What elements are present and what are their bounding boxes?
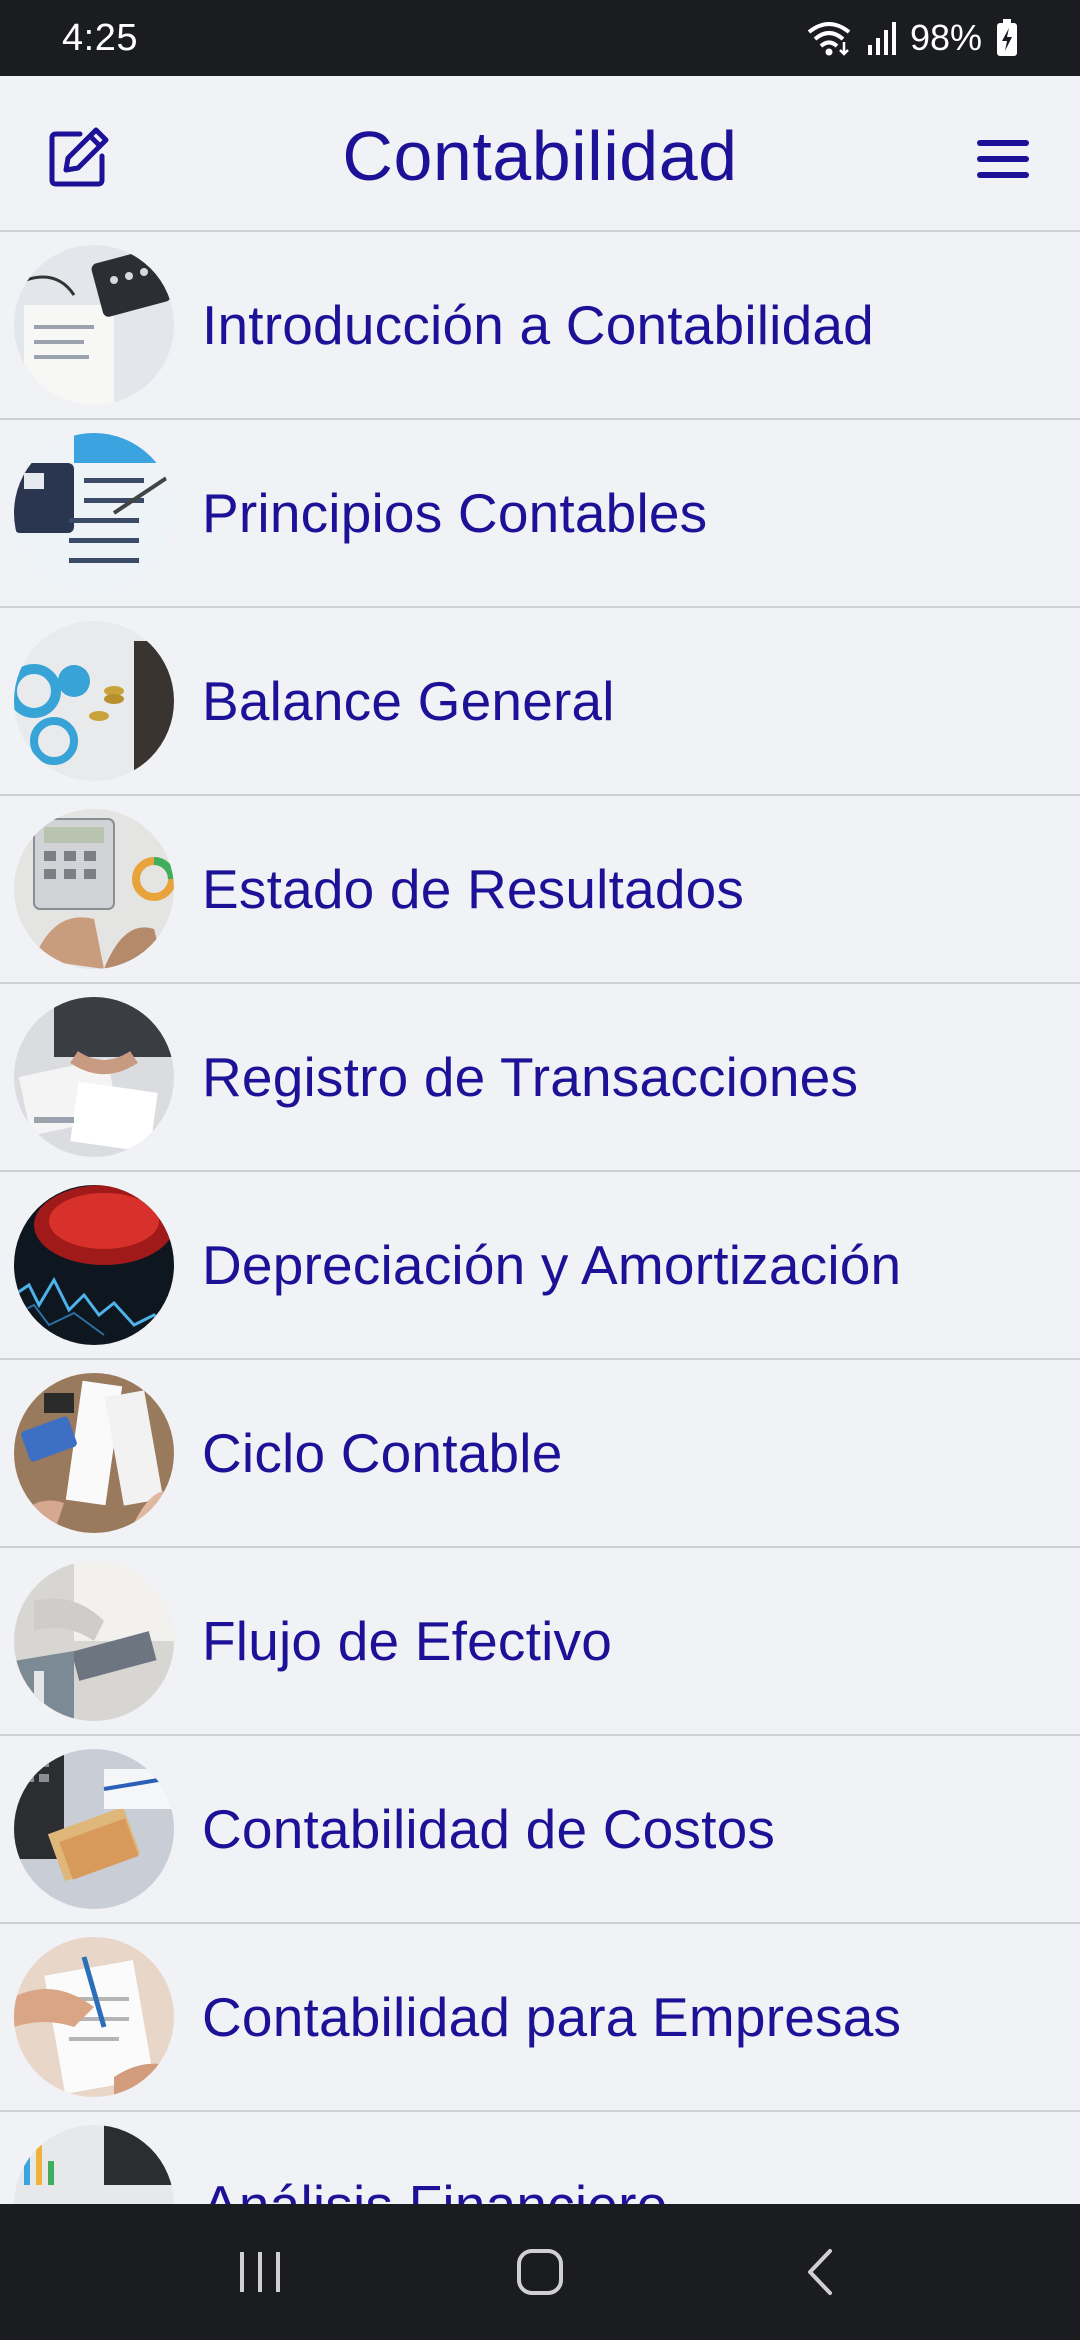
app-header: Contabilidad xyxy=(0,76,1080,232)
topic-thumbnail xyxy=(14,2125,174,2204)
list-item[interactable]: Registro de Transacciones xyxy=(0,984,1080,1172)
topic-label: Balance General xyxy=(202,670,615,732)
menu-icon[interactable] xyxy=(972,134,1034,184)
topic-list: Introducción a Contabilidad Principios C… xyxy=(0,232,1080,2204)
list-item[interactable]: Estado de Resultados xyxy=(0,796,1080,984)
list-item[interactable]: Contabilidad de Costos xyxy=(0,1736,1080,1924)
home-icon[interactable] xyxy=(495,2227,585,2317)
list-item[interactable]: Depreciación y Amortización xyxy=(0,1172,1080,1360)
topic-thumbnail xyxy=(14,1937,174,2097)
list-item[interactable]: Análisis Financiero xyxy=(0,2112,1080,2204)
topic-label: Ciclo Contable xyxy=(202,1422,563,1484)
navigation-bar xyxy=(0,2204,1080,2340)
topic-label: Principios Contables xyxy=(202,482,708,544)
topic-thumbnail xyxy=(14,621,174,781)
list-item[interactable]: Ciclo Contable xyxy=(0,1360,1080,1548)
topic-thumbnail xyxy=(14,433,174,593)
list-item[interactable]: Principios Contables xyxy=(0,420,1080,608)
topic-label: Estado de Resultados xyxy=(202,858,745,920)
battery-charging-icon xyxy=(996,19,1018,57)
topic-label: Flujo de Efectivo xyxy=(202,1610,612,1672)
list-item[interactable]: Introducción a Contabilidad xyxy=(0,232,1080,420)
topic-thumbnail xyxy=(14,1185,174,1345)
topic-thumbnail xyxy=(14,997,174,1157)
battery-percent: 98% xyxy=(909,17,982,58)
back-icon[interactable] xyxy=(775,2227,865,2317)
topic-thumbnail xyxy=(14,1749,174,1909)
status-time: 4:25 xyxy=(62,16,138,59)
list-item[interactable]: Flujo de Efectivo xyxy=(0,1548,1080,1736)
topic-thumbnail xyxy=(14,245,174,405)
topic-label: Registro de Transacciones xyxy=(202,1046,859,1108)
topic-label: Contabilidad para Empresas xyxy=(202,1986,902,2048)
topic-label: Análisis Financiero xyxy=(202,2173,667,2204)
topic-thumbnail xyxy=(14,809,174,969)
signal-icon xyxy=(866,21,896,55)
topic-label: Depreciación y Amortización xyxy=(202,1234,902,1296)
topic-label: Introducción a Contabilidad xyxy=(202,294,874,356)
status-bar: 4:25 98% xyxy=(0,0,1080,76)
wifi-icon xyxy=(806,20,852,56)
topic-thumbnail xyxy=(14,1373,174,1533)
topic-label: Contabilidad de Costos xyxy=(202,1798,776,1860)
list-item[interactable]: Contabilidad para Empresas xyxy=(0,1924,1080,2112)
topic-thumbnail xyxy=(14,1561,174,1721)
recents-icon[interactable] xyxy=(215,2227,305,2317)
list-item[interactable]: Balance General xyxy=(0,608,1080,796)
status-icons: 98% xyxy=(806,17,1018,59)
page-title: Contabilidad xyxy=(342,117,738,195)
screen: 4:25 98% Contabilidad Introducción a Con… xyxy=(0,0,1080,2340)
